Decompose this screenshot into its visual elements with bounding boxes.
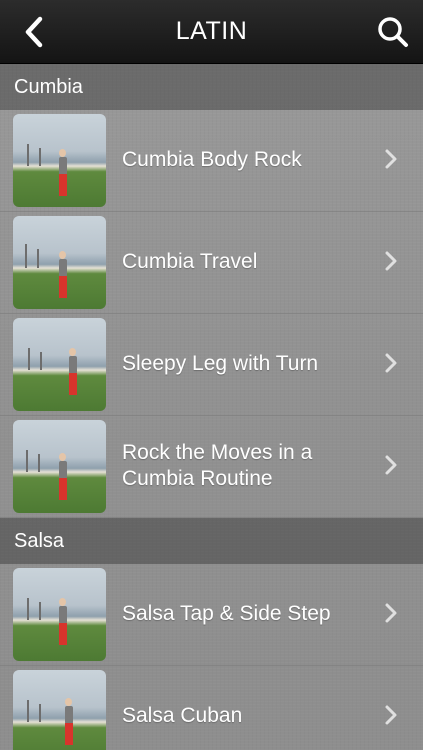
list-item[interactable]: Salsa Tap & Side Step: [0, 564, 423, 666]
video-title: Cumbia Travel: [122, 250, 258, 273]
video-thumbnail: [13, 420, 106, 513]
video-title: Salsa Cuban: [122, 704, 243, 727]
search-button[interactable]: [373, 12, 413, 52]
list-item[interactable]: Cumbia Travel: [0, 212, 423, 314]
chevron-right-icon: [385, 251, 397, 271]
list-item[interactable]: Salsa Cuban: [0, 666, 423, 750]
video-list[interactable]: Cumbia Cumbia Body Rock Cumbia Travel Sl…: [0, 64, 423, 750]
video-thumbnail: [13, 318, 106, 411]
chevron-right-icon: [385, 705, 397, 725]
chevron-right-icon: [385, 149, 397, 169]
list-item[interactable]: Cumbia Body Rock: [0, 110, 423, 212]
chevron-right-icon: [385, 353, 397, 373]
list-item[interactable]: Rock the Moves in a Cumbia Routine: [0, 416, 423, 518]
video-title: Rock the Moves in a Cumbia Routine: [122, 441, 313, 490]
list-item[interactable]: Sleepy Leg with Turn: [0, 314, 423, 416]
chevron-right-icon: [385, 603, 397, 623]
page-title: LATIN: [175, 17, 248, 45]
video-thumbnail: [13, 568, 106, 661]
video-thumbnail: [13, 216, 106, 309]
video-title: Salsa Tap & Side Step: [122, 602, 331, 625]
video-thumbnail: [13, 114, 106, 207]
search-icon: [378, 17, 408, 47]
video-thumbnail: [13, 670, 106, 750]
video-title: Cumbia Body Rock: [122, 148, 302, 171]
section-header-salsa: Salsa: [0, 518, 423, 564]
navigation-bar: LATIN: [0, 0, 423, 64]
chevron-right-icon: [385, 455, 397, 475]
section-header-cumbia: Cumbia: [0, 64, 423, 110]
video-title: Sleepy Leg with Turn: [122, 352, 319, 375]
